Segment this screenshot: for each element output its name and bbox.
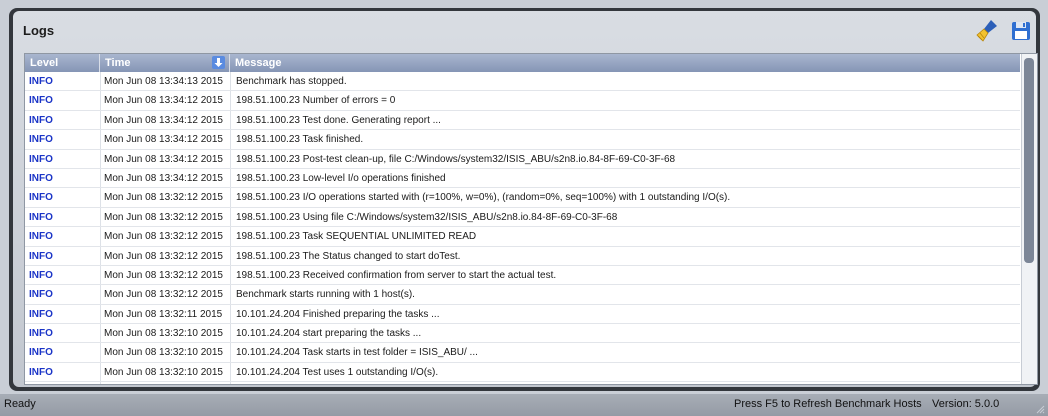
table-row[interactable]: INFO Mon Jun 08 13:34:12 2015 198.51.100.2… xyxy=(25,91,1020,111)
table-row[interactable]: INFO Mon Jun 08 13:32:11 2015 10.101.24.20… xyxy=(25,305,1020,325)
log-message-cell: 10.101.24.204 Task starts in test folder… xyxy=(236,347,478,359)
log-time-cell: Mon Jun 08 13:32:10 2015 xyxy=(104,366,223,378)
log-message-cell: 198.51.100.23 Using file C:/Windows/syst… xyxy=(236,211,618,223)
broom-icon xyxy=(976,20,997,42)
log-level-cell: INFO xyxy=(29,231,53,243)
table-row[interactable]: INFO Mon Jun 08 13:34:12 2015 198.51.100.2… xyxy=(25,130,1020,150)
scrollbar-thumb[interactable] xyxy=(1024,58,1034,263)
logs-table: Level Time Message INFO Mon Jun 08 13:34:… xyxy=(24,53,1038,385)
log-level-cell: INFO xyxy=(29,172,53,184)
log-level-cell: INFO xyxy=(29,269,53,281)
log-level-cell: INFO xyxy=(29,211,53,223)
column-header-time[interactable]: Time xyxy=(100,54,230,72)
log-message-cell: 198.51.100.23 Task finished. xyxy=(236,134,364,146)
log-message-cell: 198.51.100.23 I/O operations started wit… xyxy=(236,192,731,204)
log-time-cell: Mon Jun 08 13:32:12 2015 xyxy=(104,231,223,243)
status-bar: Ready Press F5 to Refresh Benchmark Host… xyxy=(0,394,1048,416)
vertical-scrollbar[interactable] xyxy=(1021,54,1037,384)
sort-arrow-down-icon xyxy=(212,56,225,69)
log-level-cell: INFO xyxy=(29,153,53,165)
panel-title: Logs xyxy=(23,23,55,38)
column-header-time-label: Time xyxy=(105,57,131,69)
column-header-level[interactable]: Level xyxy=(25,54,100,72)
log-time-cell: Mon Jun 08 13:34:12 2015 xyxy=(104,153,223,165)
log-level-cell: INFO xyxy=(29,76,53,87)
log-level-cell: INFO xyxy=(29,134,53,146)
clear-logs-button[interactable] xyxy=(974,17,1002,45)
log-level-cell: INFO xyxy=(29,95,53,107)
log-message-cell: 10.101.24.204 Finished preparing the tas… xyxy=(236,308,440,320)
table-row[interactable]: INFO Mon Jun 08 13:32:10 2015 10.101.24.20… xyxy=(25,343,1020,363)
log-message-cell: 198.51.100.23 Low-level I/o operations f… xyxy=(236,172,446,184)
log-level-cell: INFO xyxy=(29,347,53,359)
refresh-hint: Press F5 to Refresh Benchmark Hosts xyxy=(734,398,922,410)
log-time-cell: Mon Jun 08 13:32:10 2015 xyxy=(104,347,223,359)
log-message-cell: 198.51.100.23 Test done. Generating repo… xyxy=(236,114,441,126)
log-time-cell: Mon Jun 08 13:34:13 2015 xyxy=(104,76,223,87)
log-message-cell: 198.51.100.23 Post-test clean-up, file C… xyxy=(236,153,676,165)
table-row[interactable]: INFO Mon Jun 08 13:32:12 2015 Benchmark st… xyxy=(25,285,1020,305)
log-time-cell: Mon Jun 08 13:32:12 2015 xyxy=(104,289,223,301)
log-time-cell: Mon Jun 08 13:32:10 2015 xyxy=(104,328,223,340)
table-row[interactable]: INFO Mon Jun 08 13:32:12 2015 198.51.100.2… xyxy=(25,266,1020,286)
log-level-cell: INFO xyxy=(29,366,53,378)
table-row[interactable]: INFO Mon Jun 08 13:32:12 2015 198.51.100.2… xyxy=(25,208,1020,228)
status-text: Ready xyxy=(4,398,36,410)
logs-panel: Logs Level Time Message INFO Mon Jun 08 … xyxy=(13,11,1038,387)
log-level-cell: INFO xyxy=(29,192,53,204)
log-message-cell: 198.51.100.23 Number of errors = 0 xyxy=(236,95,396,107)
table-row[interactable]: INFO Mon Jun 08 13:34:12 2015 198.51.100.2… xyxy=(25,111,1020,131)
log-time-cell: Mon Jun 08 13:34:12 2015 xyxy=(104,134,223,146)
resize-grip-icon[interactable] xyxy=(1035,404,1045,414)
log-rows: INFO Mon Jun 08 13:34:13 2015 Benchmark ha… xyxy=(25,72,1020,383)
log-time-cell: Mon Jun 08 13:32:12 2015 xyxy=(104,250,223,262)
log-message-cell: Benchmark starts running with 1 host(s). xyxy=(236,289,415,301)
table-row[interactable]: INFO Mon Jun 08 13:32:12 2015 198.51.100.2… xyxy=(25,188,1020,208)
log-level-cell: INFO xyxy=(29,250,53,262)
log-message-cell: 198.51.100.23 Received confirmation from… xyxy=(236,269,557,281)
column-header-message[interactable]: Message xyxy=(230,54,1020,72)
table-row[interactable]: INFO Mon Jun 08 13:32:12 2015 198.51.100.2… xyxy=(25,227,1020,247)
table-row[interactable]: INFO Mon Jun 08 13:34:12 2015 198.51.100.2… xyxy=(25,169,1020,189)
log-time-cell: Mon Jun 08 13:32:12 2015 xyxy=(104,211,223,223)
log-time-cell: Mon Jun 08 13:34:12 2015 xyxy=(104,95,223,107)
log-time-cell: Mon Jun 08 13:34:12 2015 xyxy=(104,114,223,126)
table-row[interactable]: INFO Mon Jun 08 13:32:10 2015 10.101.24.20… xyxy=(25,324,1020,344)
log-level-cell: INFO xyxy=(29,308,53,320)
table-header: Level Time Message xyxy=(25,54,1020,72)
table-row[interactable]: INFO Mon Jun 08 13:34:12 2015 198.51.100.2… xyxy=(25,150,1020,169)
table-row[interactable]: INFO Mon Jun 08 13:32:12 2015 198.51.100.2… xyxy=(25,247,1020,266)
table-row[interactable]: INFO Mon Jun 08 13:32:10 2015 10.101.24.20… xyxy=(25,363,1020,383)
table-row[interactable]: INFO Mon Jun 08 13:34:13 2015 Benchmark ha… xyxy=(25,72,1020,92)
log-time-cell: Mon Jun 08 13:32:12 2015 xyxy=(104,269,223,281)
log-message-cell: 10.101.24.204 Test uses 1 outstanding I/… xyxy=(236,366,439,378)
log-time-cell: Mon Jun 08 13:32:12 2015 xyxy=(104,192,223,204)
log-message-cell: 10.101.24.204 start preparing the tasks … xyxy=(236,328,422,340)
log-time-cell: Mon Jun 08 13:32:11 2015 xyxy=(104,308,223,320)
log-level-cell: INFO xyxy=(29,328,53,340)
floppy-disk-icon xyxy=(1012,22,1030,40)
log-message-cell: Benchmark has stopped. xyxy=(236,76,347,87)
log-level-cell: INFO xyxy=(29,289,53,301)
log-message-cell: 198.51.100.23 Task SEQUENTIAL UNLIMITED … xyxy=(236,231,477,243)
log-level-cell: INFO xyxy=(29,114,53,126)
save-logs-button[interactable] xyxy=(1007,17,1035,45)
log-message-cell: 198.51.100.23 The Status changed to star… xyxy=(236,250,461,262)
log-time-cell: Mon Jun 08 13:34:12 2015 xyxy=(104,172,223,184)
version-label: Version: 5.0.0 xyxy=(932,398,1000,410)
